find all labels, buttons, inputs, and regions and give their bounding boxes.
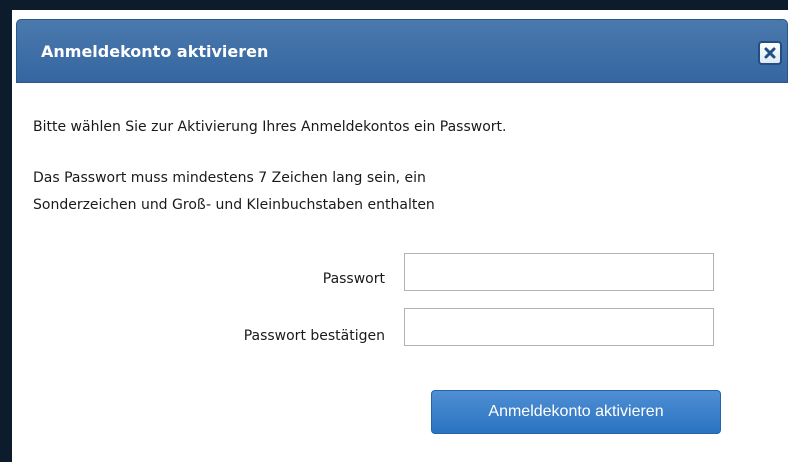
intro-text: Bitte wählen Sie zur Aktivierung Ihres A… (33, 119, 507, 135)
backdrop-top (0, 0, 788, 10)
activate-account-dialog: Anmeldekonto aktivieren Bitte wählen Sie… (12, 10, 788, 462)
page: Anmeldekonto aktivieren Bitte wählen Sie… (0, 0, 788, 462)
requirements-text-line-2: Sonderzeichen und Groß- und Kleinbuchsta… (33, 197, 435, 213)
confirm-password-input[interactable] (404, 308, 714, 346)
close-button[interactable] (758, 41, 782, 65)
confirm-password-label: Passwort bestätigen (243, 328, 385, 344)
password-input[interactable] (404, 253, 714, 291)
requirements-text-line-1: Das Passwort muss mindestens 7 Zeichen l… (33, 170, 426, 186)
dialog-titlebar: Anmeldekonto aktivieren (16, 19, 788, 83)
close-icon (764, 47, 776, 59)
password-label: Passwort (322, 271, 385, 287)
backdrop-left (0, 0, 12, 462)
activate-account-button[interactable]: Anmeldekonto aktivieren (431, 390, 721, 434)
dialog-title: Anmeldekonto aktivieren (41, 42, 269, 61)
